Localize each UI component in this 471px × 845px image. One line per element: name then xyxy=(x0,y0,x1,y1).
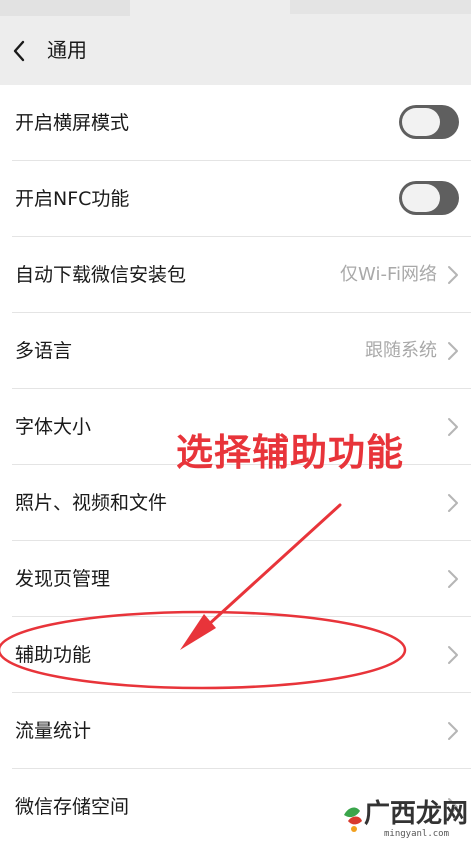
settings-row-label: 开启横屏模式 xyxy=(15,112,130,134)
chevron-right-icon xyxy=(448,418,458,436)
chevron-right-icon xyxy=(448,342,458,360)
toggle-knob xyxy=(402,184,440,212)
settings-row-label: 微信存储空间 xyxy=(15,796,130,818)
chevron-right-icon xyxy=(448,266,458,284)
settings-row[interactable]: 开启横屏模式 xyxy=(0,85,471,161)
status-bar-blur-left xyxy=(0,0,130,16)
settings-row[interactable]: 多语言 跟随系统 xyxy=(0,313,471,389)
settings-row[interactable]: 开启NFC功能 xyxy=(0,161,471,237)
page-title: 通用 xyxy=(47,38,87,62)
settings-row-label: 辅助功能 xyxy=(15,644,92,666)
settings-row-label: 字体大小 xyxy=(15,416,92,438)
toggle-switch[interactable] xyxy=(399,181,459,215)
settings-row-label: 自动下载微信安装包 xyxy=(15,264,187,286)
settings-row[interactable]: 自动下载微信安装包 仅Wi-Fi网络 xyxy=(0,237,471,313)
settings-row-label: 开启NFC功能 xyxy=(15,188,130,210)
chevron-right-icon xyxy=(448,570,458,588)
settings-row-label: 流量统计 xyxy=(15,720,92,742)
toggle-knob xyxy=(402,108,440,136)
toggle-switch[interactable] xyxy=(399,105,459,139)
back-icon[interactable] xyxy=(8,36,32,66)
settings-row-value: 仅Wi-Fi网络 xyxy=(340,264,437,285)
status-bar xyxy=(0,0,471,20)
settings-row[interactable]: 照片、视频和文件 xyxy=(0,465,471,541)
watermark-url: mingyanl.com xyxy=(384,829,450,839)
status-bar-blur-right xyxy=(290,0,471,14)
settings-row[interactable]: 辅助功能 xyxy=(0,617,471,693)
watermark-text: 广西龙网 xyxy=(364,799,469,829)
settings-row-label: 照片、视频和文件 xyxy=(15,492,168,514)
nav-header: 通用 xyxy=(0,20,471,82)
settings-row-label: 发现页管理 xyxy=(15,568,111,590)
settings-row-value: 跟随系统 xyxy=(365,340,437,361)
chevron-right-icon xyxy=(448,494,458,512)
settings-row[interactable]: 流量统计 xyxy=(0,693,471,769)
settings-row[interactable]: 发现页管理 xyxy=(0,541,471,617)
chevron-right-icon xyxy=(448,722,458,740)
settings-row-label: 多语言 xyxy=(15,340,73,362)
chevron-right-icon xyxy=(448,646,458,664)
annotation-text: 选择辅助功能 xyxy=(176,431,404,474)
